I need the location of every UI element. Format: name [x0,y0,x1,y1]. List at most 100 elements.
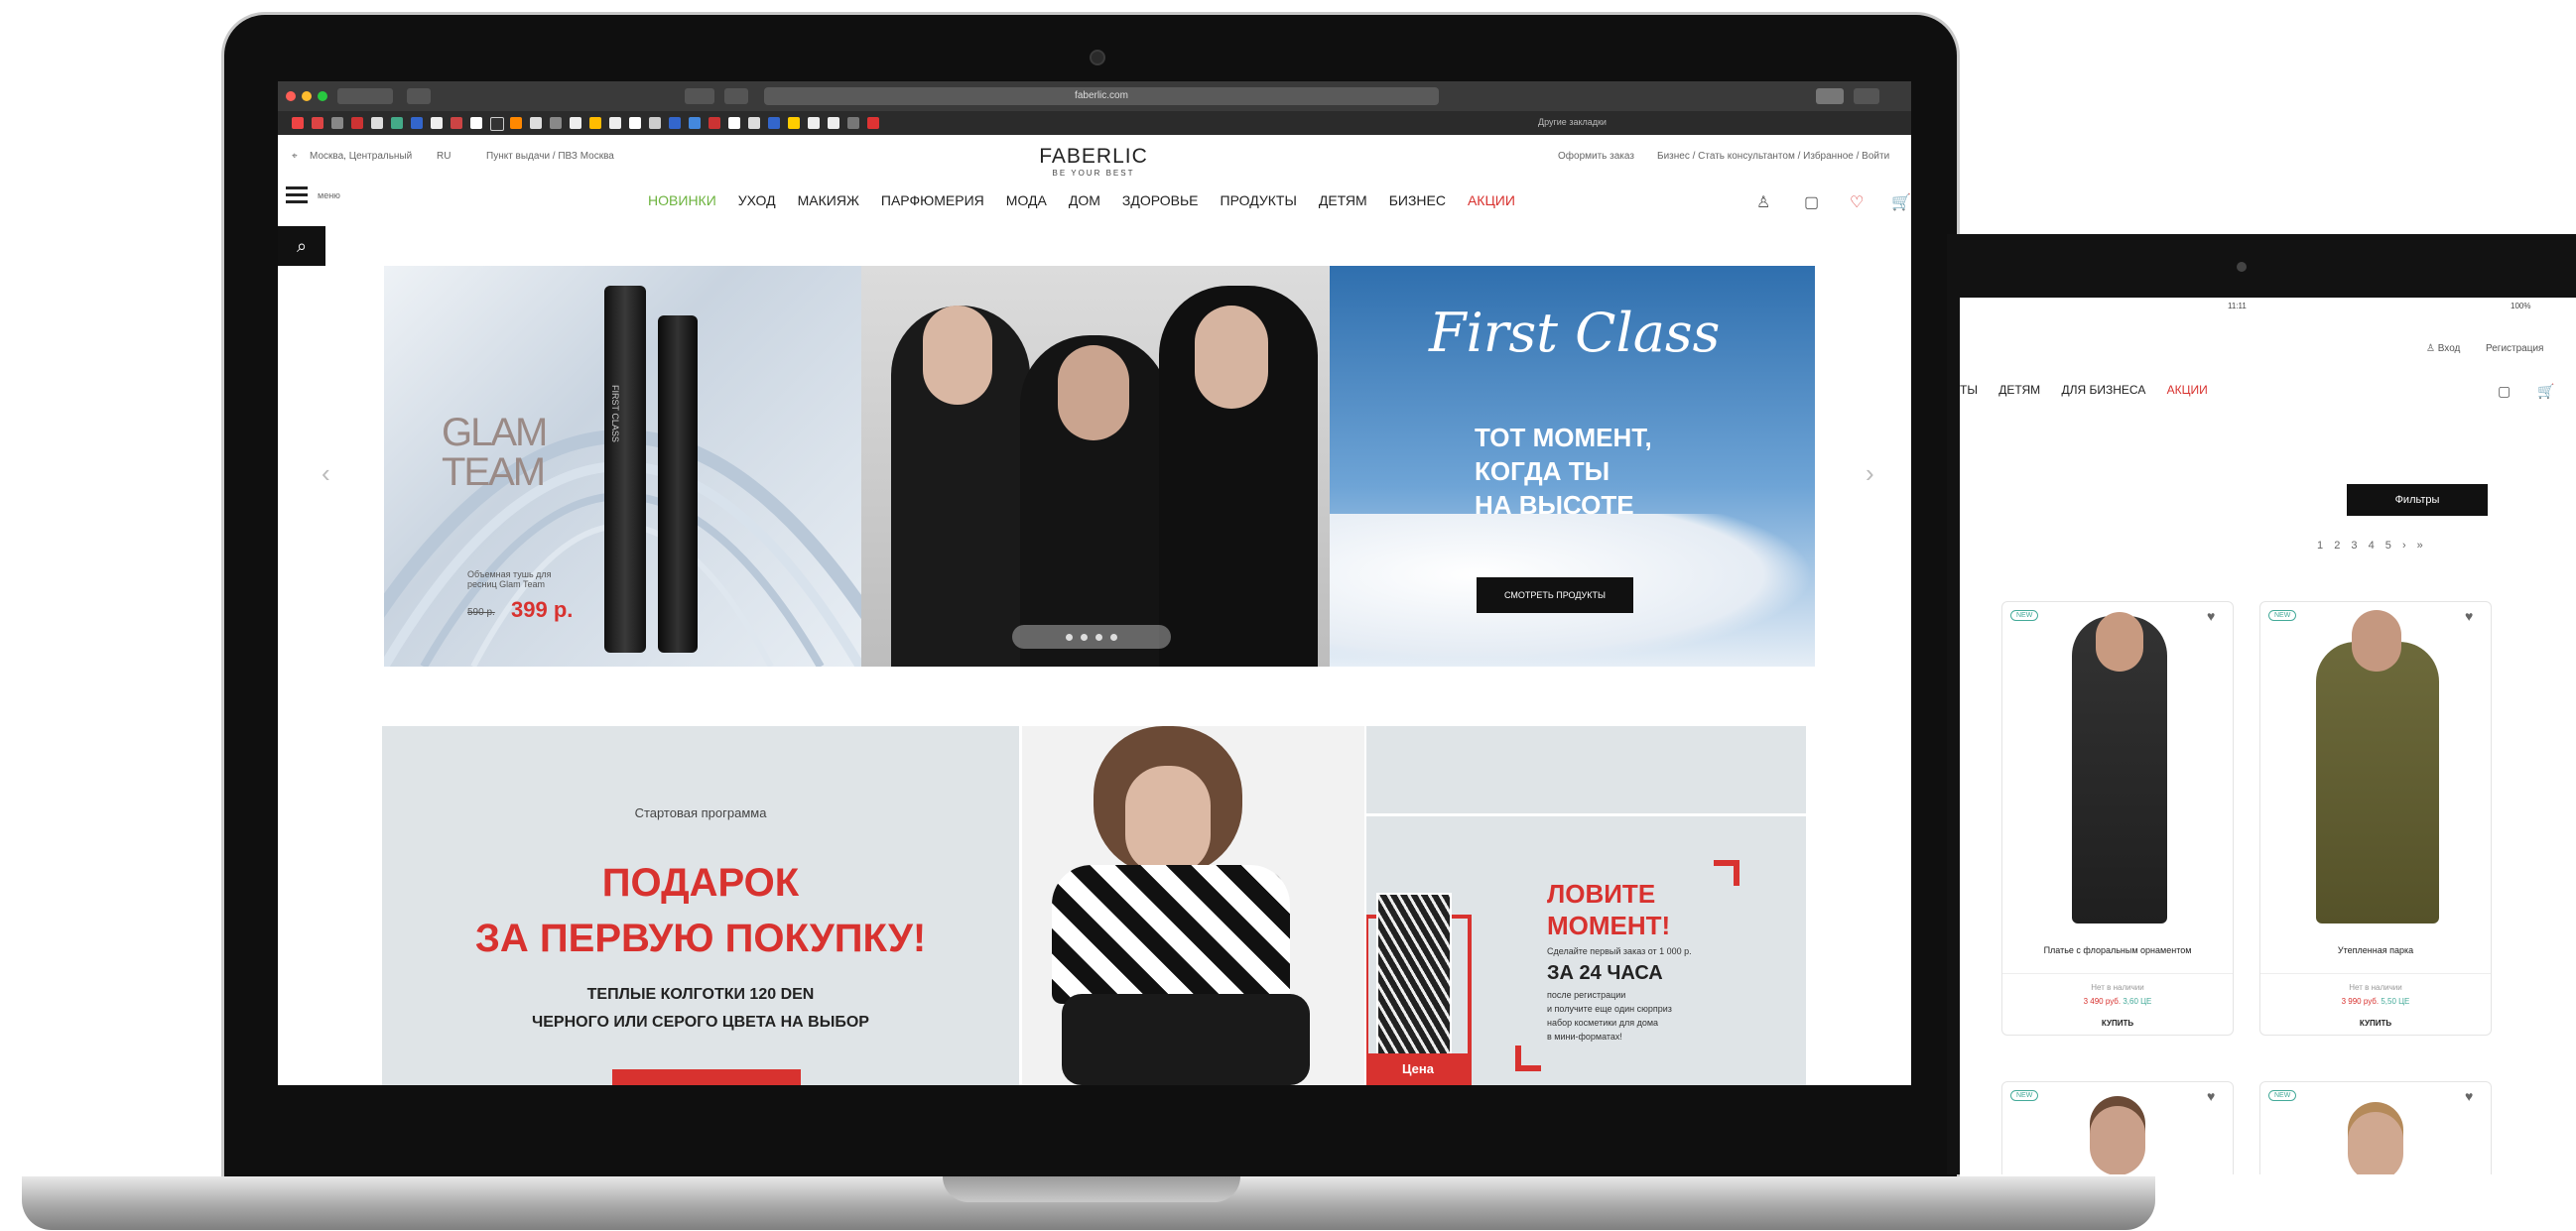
menu-icon[interactable] [286,186,308,189]
bookmark-icon[interactable] [768,117,780,129]
pickup-point-link[interactable]: Пункт выдачи / ПВЗ Москва [486,151,614,162]
city-selector[interactable]: Москва, Центральный [310,151,412,162]
bookmark-icon[interactable] [808,117,820,129]
location-icon[interactable]: ⌖ [292,151,298,162]
slider-dot[interactable] [1110,633,1117,641]
promo-first-purchase[interactable]: Стартовая программа ПОДАРОК ЗА ПЕРВУЮ ПО… [382,726,1019,1085]
nav-item-products[interactable]: ПРОДУКТЫ [1221,192,1297,216]
checkout-link[interactable]: Оформить заказ [1558,151,1634,162]
site-logo[interactable]: FABERLIC [994,145,1193,169]
share-icon[interactable] [1816,88,1844,104]
back-forward-buttons[interactable] [337,88,393,104]
nav-item-fashion[interactable]: МОДА [1006,192,1047,216]
nav-item-health[interactable]: ЗДОРОВЬЕ [1122,192,1199,216]
nav-item-home[interactable]: ДОМ [1069,192,1100,216]
product-card[interactable]: NEW ♥ [2001,1081,2234,1174]
bookmark-icon[interactable] [847,117,859,129]
banner-glam-team[interactable]: GLAM TEAM FIRST CLASS Объемная тушь для … [384,266,861,667]
slider-dot[interactable] [1066,633,1073,641]
tablet-nav-item[interactable]: АКЦИИ [2167,383,2208,397]
product-name[interactable]: Утепленная парка [2260,945,2491,955]
bookmark-icon[interactable] [669,117,681,129]
bookmark-icon[interactable] [708,117,720,129]
nav-item-care[interactable]: УХОД [738,192,776,216]
nav-item-sale[interactable]: АКЦИИ [1468,192,1515,216]
promo-fashion-image[interactable] [1022,726,1364,1085]
language-selector[interactable]: RU [437,151,451,162]
slider-dot[interactable] [1095,633,1102,641]
bookmark-icon[interactable] [431,117,443,129]
cart-icon[interactable]: 🛒 [2537,383,2554,400]
favorite-icon[interactable]: ♥ [2207,608,2215,624]
promo-cta-button[interactable] [612,1069,801,1085]
banner-models[interactable] [861,266,1330,667]
nav-item-perfume[interactable]: ПАРФЮМЕРИЯ [881,192,984,216]
sidebar-toggle-icon[interactable] [407,88,431,104]
bookmark-icon[interactable] [411,117,423,129]
favorite-icon[interactable]: ♥ [2207,1088,2215,1104]
bookmark-icon[interactable] [589,117,601,129]
buy-button[interactable]: КУПИТЬ [2002,1019,2233,1028]
page-link[interactable]: 1 [2317,540,2323,552]
view-products-button[interactable]: СМОТРЕТЬ ПРОДУКТЫ [1477,577,1633,613]
bookmark-icon[interactable] [828,117,839,129]
shield-icon[interactable] [724,88,748,104]
buy-button[interactable]: КУПИТЬ [2260,1019,2491,1028]
bookmark-icon[interactable] [550,117,562,129]
register-link[interactable]: Регистрация [2486,343,2543,354]
bookmark-icon[interactable] [312,117,323,129]
bookmark-icon[interactable] [629,117,641,129]
page-link[interactable]: 2 [2334,540,2340,552]
nav-item-new[interactable]: НОВИНКИ [648,192,716,216]
bookmark-icon[interactable] [351,117,363,129]
bookmark-icon[interactable] [490,117,504,131]
favorites-icon[interactable]: ♡ [1850,192,1864,212]
bookmark-icon[interactable] [470,117,482,129]
favorite-icon[interactable]: ♥ [2465,1088,2473,1104]
close-window-icon[interactable] [286,91,296,101]
nav-item-business[interactable]: БИЗНЕС [1389,192,1446,216]
bookmark-icon[interactable] [391,117,403,129]
slider-dot[interactable] [1081,633,1088,641]
bookmark-icon[interactable] [530,117,542,129]
bookmark-icon[interactable] [609,117,621,129]
product-name[interactable]: Платье с флоральным орнаментом [2002,945,2233,955]
bookmark-icon[interactable] [649,117,661,129]
compare-icon[interactable]: ▢ [2498,383,2511,400]
nav-item-kids[interactable]: ДЕТЯМ [1319,192,1367,216]
bookmark-icon[interactable] [748,117,760,129]
menu-label[interactable]: меню [318,190,340,200]
favorite-icon[interactable]: ♥ [2465,608,2473,624]
bookmark-icon[interactable] [689,117,701,129]
slider-next-arrow[interactable]: › [1866,458,1874,489]
compare-icon[interactable]: ▢ [1804,192,1819,212]
page-next[interactable]: › [2402,540,2406,552]
page-link[interactable]: 3 [2351,540,2357,552]
promo-catch-moment[interactable]: Цена ЛОВИТЕ МОМЕНТ! Сделайте первый зака… [1366,726,1806,1085]
tablet-nav-item[interactable]: ДЛЯ БИЗНЕСА [2062,383,2146,397]
bookmark-icon[interactable] [570,117,581,129]
address-bar[interactable]: faberlic.com [764,87,1439,105]
bookmark-icon[interactable] [510,117,522,129]
user-icon[interactable]: ♙ [1756,192,1770,212]
banner-first-class[interactable]: First Class ТОТ МОМЕНТ, КОГДА ТЫ НА ВЫСО… [1330,266,1815,667]
cart-icon[interactable]: 🛒 [1891,192,1911,212]
account-links[interactable]: Бизнес / Стать консультантом / Избранное… [1657,151,1889,162]
product-card[interactable]: NEW ♥ Платье с флоральным орнаментом Нет… [2001,601,2234,1036]
tablet-nav-item[interactable]: ТЫ [1960,383,1978,397]
other-bookmarks[interactable]: Другие закладки [1538,117,1607,127]
minimize-window-icon[interactable] [302,91,312,101]
slider-prev-arrow[interactable]: ‹ [322,458,330,489]
page-link[interactable]: 4 [2369,540,2375,552]
bookmark-icon[interactable] [451,117,462,129]
product-card[interactable]: NEW ♥ Утепленная парка Нет в наличии 3 9… [2259,601,2492,1036]
page-last[interactable]: » [2417,540,2423,552]
maximize-window-icon[interactable] [318,91,327,101]
bookmark-icon[interactable] [867,117,879,129]
search-icon[interactable]: ⌕ [278,226,325,266]
tabs-overview-icon[interactable] [1854,88,1879,104]
bookmark-icon[interactable] [292,117,304,129]
bookmark-icon[interactable] [728,117,740,129]
tablet-nav-item[interactable]: ДЕТЯМ [1998,383,2040,397]
bookmark-icon[interactable] [331,117,343,129]
